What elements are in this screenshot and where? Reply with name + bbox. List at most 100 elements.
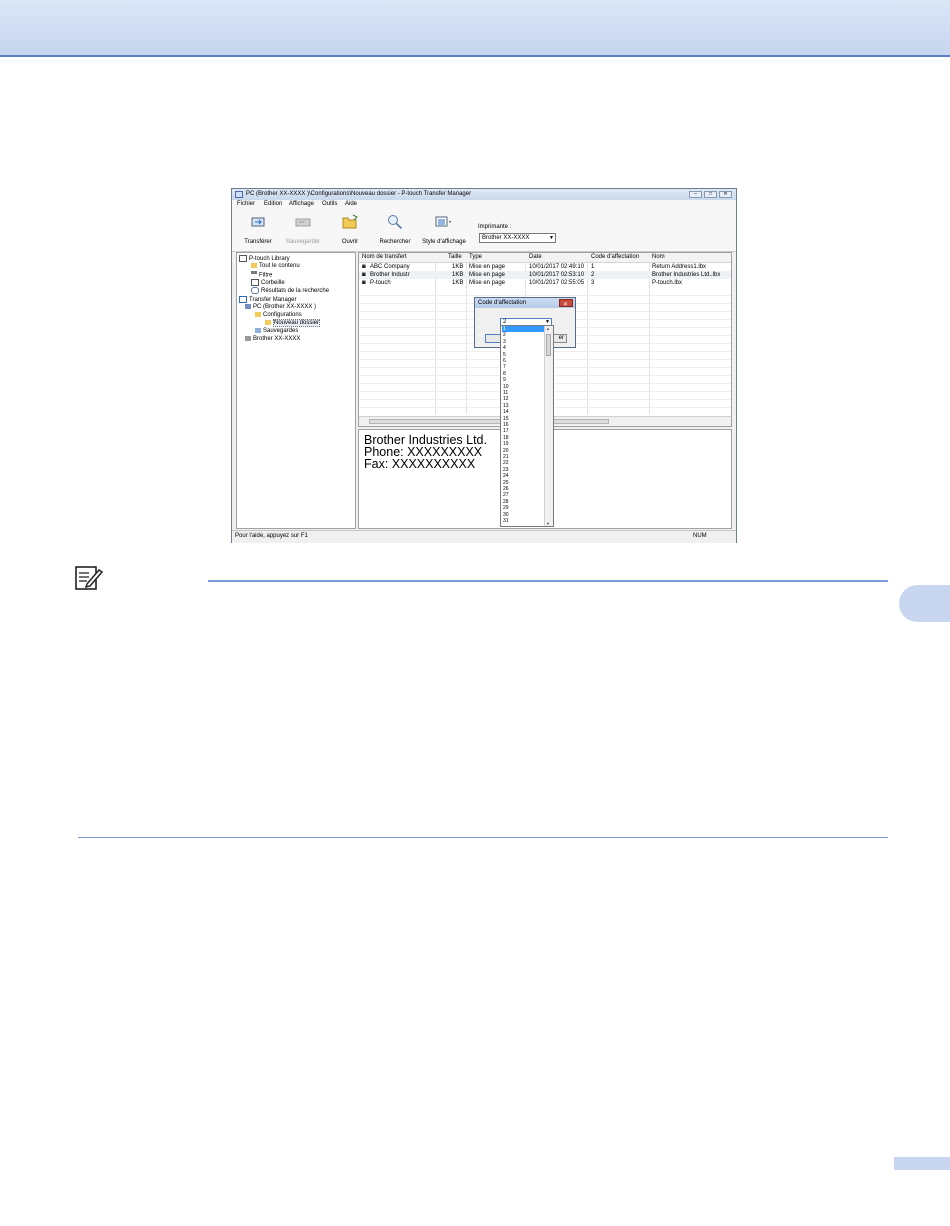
view-style-button[interactable]: Style d'affichage (420, 211, 468, 249)
printer-select[interactable]: Brother XX-XXXX ▼ (479, 233, 556, 243)
dropdown-option[interactable]: 8 (502, 371, 545, 377)
minimize-button[interactable]: ‒ (689, 191, 702, 198)
tree-backups[interactable]: Sauvegardes (255, 328, 298, 334)
menu-fichier[interactable]: Fichier (237, 201, 255, 207)
dropdown-option[interactable]: 20 (502, 448, 545, 454)
dropdown-option[interactable]: 1 (502, 326, 545, 332)
window-title: PC (Brother XX-XXXX )\Configurations\Nou… (246, 191, 472, 197)
menu-aide[interactable]: Aide (345, 201, 357, 207)
printer-label: Imprimante : (478, 224, 512, 230)
status-num: NUM (693, 533, 707, 539)
dropdown-option[interactable]: 14 (502, 409, 545, 415)
dropdown-option[interactable]: 13 (502, 403, 545, 409)
scroll-thumb[interactable] (369, 419, 609, 424)
printer-value: Brother XX-XXXX (482, 235, 530, 241)
tree-all-content[interactable]: Tout le contenu (251, 263, 300, 269)
note-divider (208, 580, 888, 582)
chevron-down-icon: ▼ (549, 235, 554, 241)
row-icon: ◙ (362, 272, 366, 278)
save-button[interactable]: Sauvegarder (282, 211, 324, 249)
preview-line: Fax: XXXXXXXXXX (364, 457, 476, 471)
dropdown-option[interactable]: 28 (502, 499, 545, 505)
search-button[interactable]: Rechercher (377, 211, 413, 249)
scroll-down-icon[interactable]: ▼ (546, 521, 550, 526)
dropdown-option[interactable]: 4 (502, 345, 545, 351)
transfer-manager-window: PC (Brother XX-XXXX )\Configurations\Nou… (231, 188, 737, 543)
dropdown-option[interactable]: 25 (502, 480, 545, 486)
col-transfer-name[interactable]: Nom de transfert (362, 254, 407, 260)
tree-new-folder[interactable]: Nouveau dossier (265, 319, 321, 328)
dropdown-option[interactable]: 29 (502, 505, 545, 511)
transfer-button[interactable]: Transférer (238, 211, 278, 249)
menu-outils[interactable]: Outils (322, 201, 337, 207)
row-icon: ◙ (362, 264, 366, 270)
dropdown-option[interactable]: 31 (502, 518, 545, 524)
tree-pc[interactable]: PC (Brother XX-XXXX ) (245, 304, 316, 310)
dialog-close-button[interactable]: ✕ (559, 299, 573, 308)
col-assign-code[interactable]: Code d'affectation (591, 254, 639, 260)
folder-icon (265, 320, 271, 325)
dropdown-option[interactable]: 15 (502, 416, 545, 422)
status-help: Pour l'aide, appuyez sur F1 (235, 533, 308, 539)
dropdown-option[interactable]: 10 (502, 384, 545, 390)
dropdown-option[interactable]: 16 (502, 422, 545, 428)
search-icon (388, 215, 403, 230)
col-date[interactable]: Date (529, 254, 542, 260)
view-style-icon (435, 216, 451, 227)
dropdown-option[interactable]: 17 (502, 428, 545, 434)
toolbar: Transférer Sauvegarder Ouvrir Rechercher… (232, 209, 736, 252)
dropdown-option[interactable]: 21 (502, 454, 545, 460)
col-size[interactable]: Taille (448, 254, 462, 260)
dropdown-option[interactable]: 27 (502, 492, 545, 498)
grid-line (359, 295, 731, 296)
computer-icon (245, 304, 251, 309)
tree-library[interactable]: P-touch Library (239, 255, 290, 262)
dropdown-option[interactable]: 22 (502, 460, 545, 466)
dropdown-option[interactable]: 19 (502, 441, 545, 447)
col-type[interactable]: Type (469, 254, 482, 260)
dropdown-option[interactable]: 5 (502, 352, 545, 358)
dropdown-option[interactable]: 3 (502, 339, 545, 345)
note-icon (75, 566, 103, 590)
table-row[interactable]: ◙ ABC Company 1KB Mise en page 10/01/201… (359, 263, 731, 271)
dropdown-option[interactable]: 7 (502, 364, 545, 370)
menu-edition[interactable]: Edition (264, 201, 282, 207)
dropdown-option[interactable]: 24 (502, 473, 545, 479)
assign-code-dropdown[interactable]: 1 2 3 4 5 6 7 8 9 10 11 12 13 14 15 16 17 18 19 20 21 22 23 24 2… (500, 325, 554, 527)
dropdown-scrollbar[interactable]: ▲ ▼ (544, 326, 553, 526)
dropdown-option[interactable]: 30 (502, 512, 545, 518)
dropdown-scroll-thumb[interactable] (546, 334, 551, 356)
app-icon (235, 191, 243, 198)
dialog-title: Code d'affectation (478, 300, 527, 306)
menu-affichage[interactable]: Affichage (289, 201, 314, 207)
dropdown-option[interactable]: 18 (502, 435, 545, 441)
tree-configurations[interactable]: Configurations (255, 312, 302, 318)
dropdown-option[interactable]: 6 (502, 358, 545, 364)
tree-printer[interactable]: Brother XX-XXXX (245, 336, 300, 342)
tree-trash[interactable]: Corbeille (251, 279, 285, 286)
table-row[interactable]: ◙ P-touch 1KB Mise en page 10/01/2017 02… (359, 279, 731, 287)
table-row[interactable]: ◙ Brother Industr 1KB Mise en page 10/01… (359, 271, 731, 279)
folder-tree: P-touch Library Tout le contenu Filtre C… (236, 252, 356, 529)
tree-filter[interactable]: Filtre (251, 271, 272, 279)
dropdown-option[interactable]: 26 (502, 486, 545, 492)
dropdown-option[interactable]: 11 (502, 390, 545, 396)
dropdown-option[interactable]: 12 (502, 396, 545, 402)
dropdown-option[interactable]: 23 (502, 467, 545, 473)
close-button[interactable]: ✕ (719, 191, 732, 198)
tree-search-results[interactable]: Résultats de la recherche (251, 287, 329, 294)
maximize-button[interactable]: □ (704, 191, 717, 198)
dropdown-option[interactable]: 9 (502, 377, 545, 383)
filter-icon (251, 271, 257, 279)
scroll-up-icon[interactable]: ▲ (546, 326, 550, 331)
tree-transfer-manager[interactable]: Transfer Manager (239, 296, 296, 303)
open-folder-icon (342, 214, 358, 229)
col-name[interactable]: Nom (652, 254, 665, 260)
printer-icon (245, 336, 251, 341)
search-label: Rechercher (379, 239, 411, 245)
dropdown-option[interactable]: 2 (502, 332, 545, 338)
window-titlebar: PC (Brother XX-XXXX )\Configurations\Nou… (232, 189, 736, 200)
open-label: Ouvrir (341, 239, 359, 245)
open-button[interactable]: Ouvrir (335, 211, 365, 249)
row-icon: ◙ (362, 280, 366, 286)
